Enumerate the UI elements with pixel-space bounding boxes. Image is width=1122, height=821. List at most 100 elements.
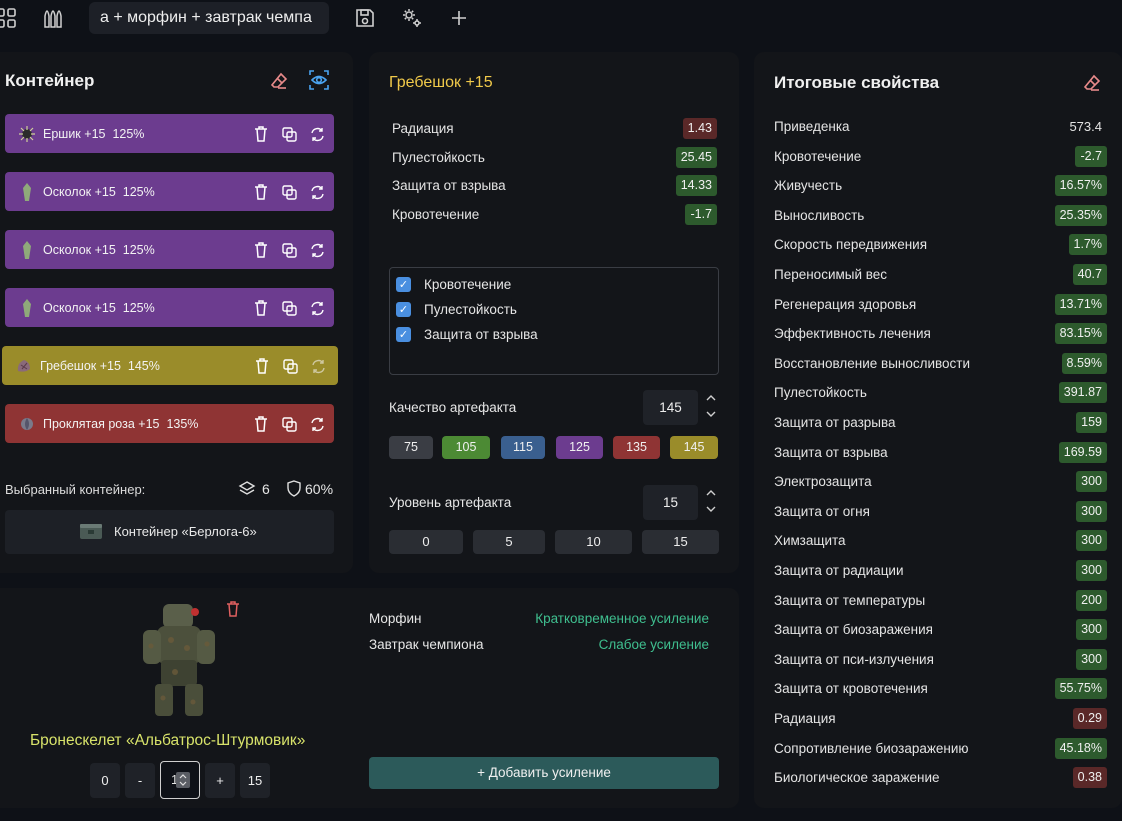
checkbox-checked[interactable]: ✓	[396, 301, 411, 317]
stat-value: 25.45	[675, 147, 717, 168]
level-preset[interactable]: 15	[642, 530, 719, 554]
quality-preset[interactable]: 115	[501, 436, 545, 459]
totals-row: Биологическое заражение 0.38	[774, 767, 1107, 789]
check-item[interactable]: ✓ Защита от взрыва	[396, 324, 538, 344]
quality-preset[interactable]: 135	[613, 436, 660, 459]
copy-icon[interactable]	[280, 299, 298, 317]
artifact-row[interactable]: Ершик +15 125%	[5, 114, 334, 153]
eraser-icon[interactable]	[269, 71, 289, 91]
add-boost-button[interactable]: + Добавить усиление	[369, 757, 719, 789]
totals-label: Защита от биозаражения	[774, 622, 933, 637]
level-plus-button[interactable]: +	[205, 763, 235, 798]
totals-label: Скорость передвижения	[774, 237, 928, 252]
artifact-icon	[17, 414, 37, 434]
quality-input[interactable]: 145	[643, 390, 698, 425]
quality-preset[interactable]: 105	[442, 436, 490, 459]
totals-value: 83.15%	[1054, 323, 1107, 344]
totals-row: Защита от огня 300	[774, 501, 1107, 523]
artifact-level: +15	[94, 300, 116, 315]
replace-icon[interactable]	[308, 299, 326, 317]
totals-row: Скорость передвижения 1.7%	[774, 234, 1107, 256]
totals-value: 169.59	[1058, 442, 1107, 463]
replace-icon[interactable]	[308, 183, 326, 201]
copy-icon[interactable]	[281, 357, 299, 375]
container-select[interactable]: Контейнер «Берлога-6»	[5, 510, 334, 554]
plus-icon[interactable]	[447, 6, 471, 30]
quality-stepper-icon[interactable]	[705, 392, 717, 422]
totals-label: Защита от огня	[774, 504, 870, 519]
trash-icon[interactable]	[252, 125, 270, 143]
check-item[interactable]: ✓ Кровотечение	[396, 274, 511, 294]
replace-icon[interactable]	[309, 357, 327, 375]
boost-effect: Кратковременное усиление	[535, 611, 709, 626]
save-icon[interactable]	[353, 6, 377, 30]
copy-icon[interactable]	[280, 241, 298, 259]
artifact-row[interactable]: Проклятая роза +15 135%	[5, 404, 334, 443]
totals-value: 300	[1076, 560, 1107, 581]
armor-level-input[interactable]: 1	[160, 761, 200, 799]
artifact-row[interactable]: Осколок +15 125%	[5, 172, 334, 211]
totals-row: Живучесть 16.57%	[774, 175, 1107, 197]
layers-icon	[238, 480, 256, 498]
totals-value: 1.7%	[1068, 234, 1107, 255]
boost-effect: Слабое усиление	[598, 637, 709, 652]
totals-label: Регенерация здоровья	[774, 297, 917, 312]
totals-label: Выносливость	[774, 208, 865, 223]
copy-icon[interactable]	[280, 125, 298, 143]
trash-icon[interactable]	[252, 415, 270, 433]
totals-label: Защита от разрыва	[774, 415, 896, 430]
level-zero-button[interactable]: 0	[90, 763, 120, 798]
settings-icon[interactable]	[400, 6, 424, 30]
artifact-row[interactable]: Осколок +15 125%	[5, 288, 334, 327]
totals-title: Итоговые свойства	[774, 73, 940, 92]
level-input[interactable]: 15	[643, 485, 698, 520]
tab-build[interactable]: а + морфин + завтрак чемпа	[89, 2, 329, 34]
artifact-row[interactable]: Осколок +15 125%	[5, 230, 334, 269]
level-preset[interactable]: 5	[473, 530, 545, 554]
delete-armor-icon[interactable]	[226, 601, 242, 619]
ammo-icon[interactable]	[40, 6, 64, 30]
boost-row: Морфин Кратковременное усиление	[369, 610, 709, 628]
level-preset[interactable]: 10	[555, 530, 632, 554]
slots-count: 6	[262, 481, 270, 497]
checkbox-checked[interactable]: ✓	[396, 326, 411, 342]
checkbox-checked[interactable]: ✓	[396, 276, 411, 292]
replace-icon[interactable]	[308, 415, 326, 433]
trash-icon[interactable]	[252, 299, 270, 317]
stat-checklist: ✓ Кровотечение ✓ Пулестойкость ✓ Защита …	[389, 267, 719, 375]
totals-value: 25.35%	[1054, 205, 1107, 226]
quality-preset[interactable]: 75	[389, 436, 433, 459]
artifact-row-selected[interactable]: Гребешок +15 145%	[2, 346, 338, 385]
trash-icon[interactable]	[252, 183, 270, 201]
grid-icon[interactable]	[0, 6, 18, 30]
copy-icon[interactable]	[280, 415, 298, 433]
stat-label: Пулестойкость	[392, 150, 485, 165]
quality-preset[interactable]: 145	[670, 436, 718, 459]
quality-preset[interactable]: 125	[556, 436, 603, 459]
level-stepper-icon[interactable]	[705, 487, 717, 517]
totals-value: 40.7	[1072, 264, 1107, 285]
eraser-icon[interactable]	[1082, 73, 1102, 93]
totals-value: 55.75%	[1054, 678, 1107, 699]
trash-icon[interactable]	[252, 241, 270, 259]
totals-value: 300	[1076, 501, 1107, 522]
level-preset[interactable]: 0	[389, 530, 463, 554]
replace-icon[interactable]	[308, 125, 326, 143]
eye-icon[interactable]	[308, 69, 330, 91]
artifact-title: Гребешок +15	[389, 74, 493, 91]
check-item[interactable]: ✓ Пулестойкость	[396, 299, 517, 319]
copy-icon[interactable]	[280, 183, 298, 201]
artifact-name: Ершик	[43, 126, 81, 141]
armor-image	[135, 600, 225, 720]
replace-icon[interactable]	[308, 241, 326, 259]
level-minus-button[interactable]: -	[125, 763, 155, 798]
level-max-button[interactable]: 15	[240, 763, 270, 798]
totals-value: 573.4	[1069, 119, 1102, 134]
artifact-stat: Радиация 1.43	[392, 118, 717, 140]
artifact-icon	[17, 240, 37, 260]
stepper-icon[interactable]	[176, 772, 190, 788]
boost-row: Завтрак чемпиона Слабое усиление	[369, 636, 709, 654]
artifact-quality: 135%	[166, 416, 199, 431]
trash-icon[interactable]	[253, 357, 271, 375]
totals-value: 300	[1076, 471, 1107, 492]
